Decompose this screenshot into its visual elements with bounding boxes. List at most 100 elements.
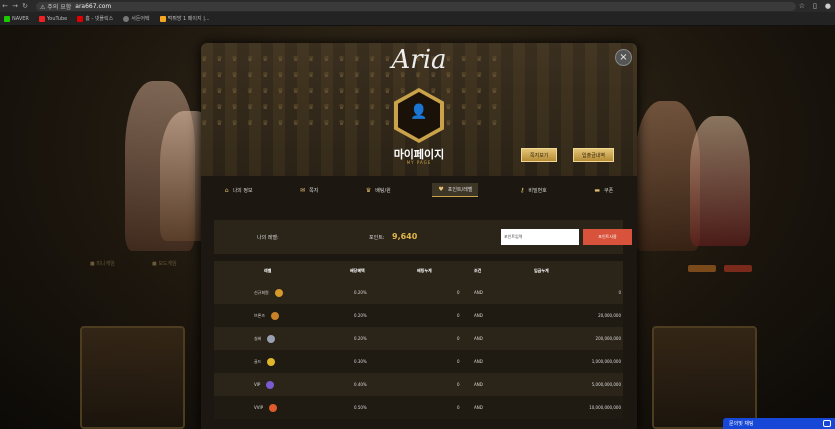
level-badge-icon (266, 380, 275, 389)
level-name: 브론즈 (254, 311, 280, 320)
table-row: VIP 0.40% 0 AND 5,000,000,000 (214, 373, 623, 396)
level-deposit-total: 10,000,000,000 (589, 405, 621, 410)
bookmark-netflix[interactable]: 홈 - 넷플릭스 (77, 15, 113, 22)
naver-icon (4, 15, 10, 22)
bg-game-card-left (80, 326, 185, 429)
level-bonus: 0.20% (354, 313, 367, 318)
level-points-panel: 나의 레벨: 포인트: 9,640 포인트입력 포인트사용 (214, 220, 632, 254)
level-condition: AND (474, 336, 483, 341)
level-condition: AND (474, 313, 483, 318)
heart-icon: ♥ (438, 186, 444, 193)
address-bar[interactable]: ⚠ 주의 요함 ara667.com (36, 1, 796, 11)
level-bet-total: 0 (457, 290, 460, 295)
netflix-icon (77, 15, 84, 22)
deposit-history-button[interactable]: 입출금내역 (573, 148, 615, 162)
modal-header: ♛♛♛♛♛♛♛♛♛♛♛♛♛♛♛♛♛♛♛♛ ♛♛♛♛♛♛♛♛♛♛♛♛♛♛♛♛♛♛♛… (201, 43, 637, 176)
bg-model-right (690, 116, 750, 246)
tab-messages[interactable]: ✉ 쪽지 (294, 184, 324, 197)
ticket-icon: ▬ (594, 186, 600, 194)
level-badge-icon (271, 311, 280, 320)
tab-coupon[interactable]: ▬ 쿠폰 (588, 184, 619, 197)
col-level: 레벨 (264, 268, 272, 273)
sidebar-icon[interactable]: ▯ (813, 2, 817, 10)
col-condition: 조건 (474, 268, 482, 273)
level-deposit-total: 200,000,000 (595, 336, 621, 341)
home-icon: ⌂ (224, 186, 229, 194)
key-icon: ⚷ (519, 186, 525, 194)
mypage-tabs: ⌂ 나의 정보 ✉ 쪽지 ♛ 배팅/윈 ♥ 포인트/레벨 ⚷ 비밀번호 ▬ 쿠폰 (201, 180, 637, 200)
table-header: 레벨 배당혜택 배팅누계 조건 입금누계 (214, 261, 623, 281)
aria-logo: Aria (391, 45, 447, 75)
chat-bubble-icon (823, 420, 831, 427)
level-condition: AND (474, 290, 483, 295)
mypage-modal: ♛♛♛♛♛♛♛♛♛♛♛♛♛♛♛♛♛♛♛♛ ♛♛♛♛♛♛♛♛♛♛♛♛♛♛♛♛♛♛♛… (201, 43, 637, 429)
level-bonus: 0.20% (354, 336, 367, 341)
level-bonus: 0.30% (354, 359, 367, 364)
tab-betting[interactable]: ♛ 배팅/윈 (360, 184, 397, 197)
chat-widget[interactable]: 문의및 채팅 (723, 418, 835, 429)
level-badge-icon (267, 357, 276, 366)
level-name: 골드 (254, 357, 276, 366)
col-bonus: 배당혜택 (350, 268, 365, 273)
view-notes-button[interactable]: 쪽지보기 (521, 148, 558, 162)
url-text[interactable]: ara667.com (75, 3, 111, 10)
tab-password[interactable]: ⚷ 비밀번호 (514, 184, 553, 197)
bookmark-mtb[interactable]: 먹튀방 1 페이지 |... (159, 15, 210, 22)
points-value: 9,640 (392, 232, 418, 241)
level-badge-icon (274, 288, 283, 297)
bg-game-card-right (652, 326, 757, 429)
table-row: 골드 0.30% 0 AND 1,000,000,000 (214, 350, 623, 373)
site-icon (159, 15, 166, 22)
user-gear-icon: 👤 (410, 104, 428, 120)
level-name: VVIP (254, 403, 278, 412)
table-row: 신규회원 0.20% 0 AND 0 (214, 281, 623, 304)
bookmarks-bar: NAVER YouTube 홈 - 넷플릭스 서든어택 먹튀방 1 페이지 |.… (0, 12, 835, 26)
mail-icon: ✉ (300, 186, 306, 194)
level-badge-icon (267, 334, 276, 343)
level-bet-total: 0 (457, 405, 460, 410)
tab-points-level[interactable]: ♥ 포인트/레벨 (432, 183, 479, 197)
level-badge-icon (269, 403, 278, 412)
level-deposit-total: 1,000,000,000 (591, 359, 621, 364)
youtube-icon (38, 15, 45, 22)
back-icon[interactable]: ← (0, 2, 10, 10)
trophy-icon: ♛ (365, 186, 372, 194)
star-icon[interactable]: ☆ (799, 2, 805, 10)
close-button[interactable]: × (615, 49, 632, 66)
bg-button-1 (688, 265, 716, 272)
level-condition: AND (474, 382, 483, 387)
points-input[interactable]: 포인트입력 (501, 229, 579, 245)
level-bet-total: 0 (457, 382, 460, 387)
tab-my-info[interactable]: ⌂ 나의 정보 (219, 184, 259, 197)
level-condition: AND (474, 359, 483, 364)
globe-icon (123, 15, 130, 22)
level-deposit-total: 20,000,000 (598, 313, 621, 318)
user-settings-badge: 👤 (394, 88, 444, 143)
my-level-label: 나의 레벨: (257, 234, 279, 241)
bg-tab-minigame: ■ 미니게임 (90, 261, 115, 267)
level-bet-total: 0 (457, 336, 460, 341)
level-condition: AND (474, 405, 483, 410)
table-row: 실버 0.20% 0 AND 200,000,000 (214, 327, 623, 350)
browser-toolbar: ← → ↻ ⚠ 주의 요함 ara667.com ☆ ▯ ● (0, 0, 835, 12)
level-bonus: 0.50% (354, 405, 367, 410)
profile-icon[interactable]: ● (825, 2, 831, 10)
level-bet-total: 0 (457, 359, 460, 364)
bookmark-naver[interactable]: NAVER (4, 15, 29, 22)
level-name: 실버 (254, 334, 276, 343)
use-points-button[interactable]: 포인트사용 (583, 229, 632, 245)
security-warning[interactable]: ⚠ 주의 요함 (40, 2, 71, 11)
reload-icon[interactable]: ↻ (20, 2, 30, 10)
level-table: 레벨 배당혜택 배팅누계 조건 입금누계 신규회원 0.20% 0 AND 0 브론즈 0.… (214, 261, 623, 419)
level-bet-total: 0 (457, 313, 460, 318)
chat-label: 문의및 채팅 (729, 421, 754, 427)
bookmark-sudden[interactable]: 서든어택 (123, 15, 150, 22)
bg-tab-boardgame: ■ 보드게임 (152, 261, 177, 267)
page-subtitle: MY PAGE (406, 160, 432, 165)
col-deposit-total: 입금누계 (534, 268, 549, 273)
forward-icon[interactable]: → (10, 2, 20, 10)
bookmark-youtube[interactable]: YouTube (38, 15, 67, 22)
table-row: VVIP 0.50% 0 AND 10,000,000,000 (214, 396, 623, 419)
level-bonus: 0.40% (354, 382, 367, 387)
table-row: 브론즈 0.20% 0 AND 20,000,000 (214, 304, 623, 327)
